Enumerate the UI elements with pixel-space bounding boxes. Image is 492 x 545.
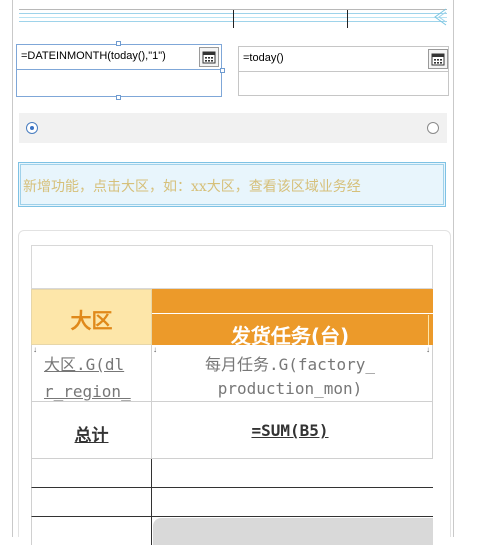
total-formula: =SUM(B5) (251, 421, 329, 440)
total-formula-cell[interactable]: =SUM(B5) (152, 402, 433, 459)
region-field-text: 大区.G(dl r_region_ (44, 351, 131, 405)
task-field-cell[interactable]: 每月任务.G(factory_ production_mon) ↓ ↓ (152, 345, 433, 402)
expand-arrow-icon: ↓ (426, 345, 430, 354)
notice-banner: 新增功能，点击大区，如：xx大区，查看该区域业务经 (18, 162, 446, 207)
region-field-line2: r_region_ (44, 382, 131, 401)
expand-arrow-icon: ↓ (33, 345, 37, 354)
task-field-line2: production_mon) (217, 379, 363, 398)
end-date-formula[interactable]: =today() (243, 52, 284, 64)
radio-group-row (19, 113, 447, 143)
table-title-row[interactable] (31, 245, 433, 289)
empty-cell[interactable] (31, 488, 152, 517)
resize-handle-right[interactable] (220, 68, 225, 73)
resize-handle-bottom[interactable] (116, 95, 121, 100)
resize-handle-top[interactable] (116, 41, 121, 46)
header-divider (152, 313, 433, 314)
calendar-icon (431, 53, 445, 66)
top-slider-bar[interactable] (19, 8, 447, 28)
region-field-cell[interactable]: 大区.G(dl r_region_ ↓ (31, 345, 152, 402)
empty-cell[interactable] (152, 459, 433, 488)
bar-end-cap-icon (434, 8, 447, 26)
empty-cell[interactable] (31, 459, 152, 488)
total-label: 总计 (74, 426, 109, 446)
bar-divider (233, 10, 234, 28)
radio-selected-icon[interactable] (26, 122, 38, 134)
region-field-line1: 大区.G(dl (44, 355, 125, 374)
header-task-cell[interactable]: 发货任务(台) (152, 289, 433, 348)
start-calendar-button[interactable] (199, 47, 219, 67)
bar-divider (347, 10, 348, 28)
calendar-icon (202, 51, 216, 64)
task-field-text: 每月任务.G(factory_ production_mon) (152, 353, 428, 401)
start-date-formula[interactable]: =DATEINMONTH(today(),"1") (21, 50, 166, 62)
radio-unselected-icon[interactable] (427, 122, 439, 134)
start-date-field[interactable]: =DATEINMONTH(today(),"1") (16, 44, 222, 97)
empty-cell[interactable] (31, 517, 152, 545)
end-date-field[interactable]: =today() (238, 46, 449, 96)
total-label-cell[interactable]: 总计 (31, 402, 152, 459)
report-table: 大区 发货任务(台) 大区.G(dl r_region_ ↓ 每月任务.G(fa… (19, 245, 439, 545)
end-calendar-button[interactable] (428, 49, 448, 69)
notice-text: 新增功能，点击大区，如：xx大区，查看该区域业务经 (23, 179, 361, 195)
expand-arrow-icon: ↓ (153, 345, 157, 354)
header-region-label: 大区 (70, 309, 113, 333)
horizontal-scrollbar[interactable] (153, 518, 433, 545)
empty-cell[interactable] (152, 488, 433, 517)
header-divider (428, 315, 429, 345)
header-region-cell[interactable]: 大区 (31, 289, 152, 345)
task-field-line1: 每月任务.G(factory_ (205, 355, 375, 374)
